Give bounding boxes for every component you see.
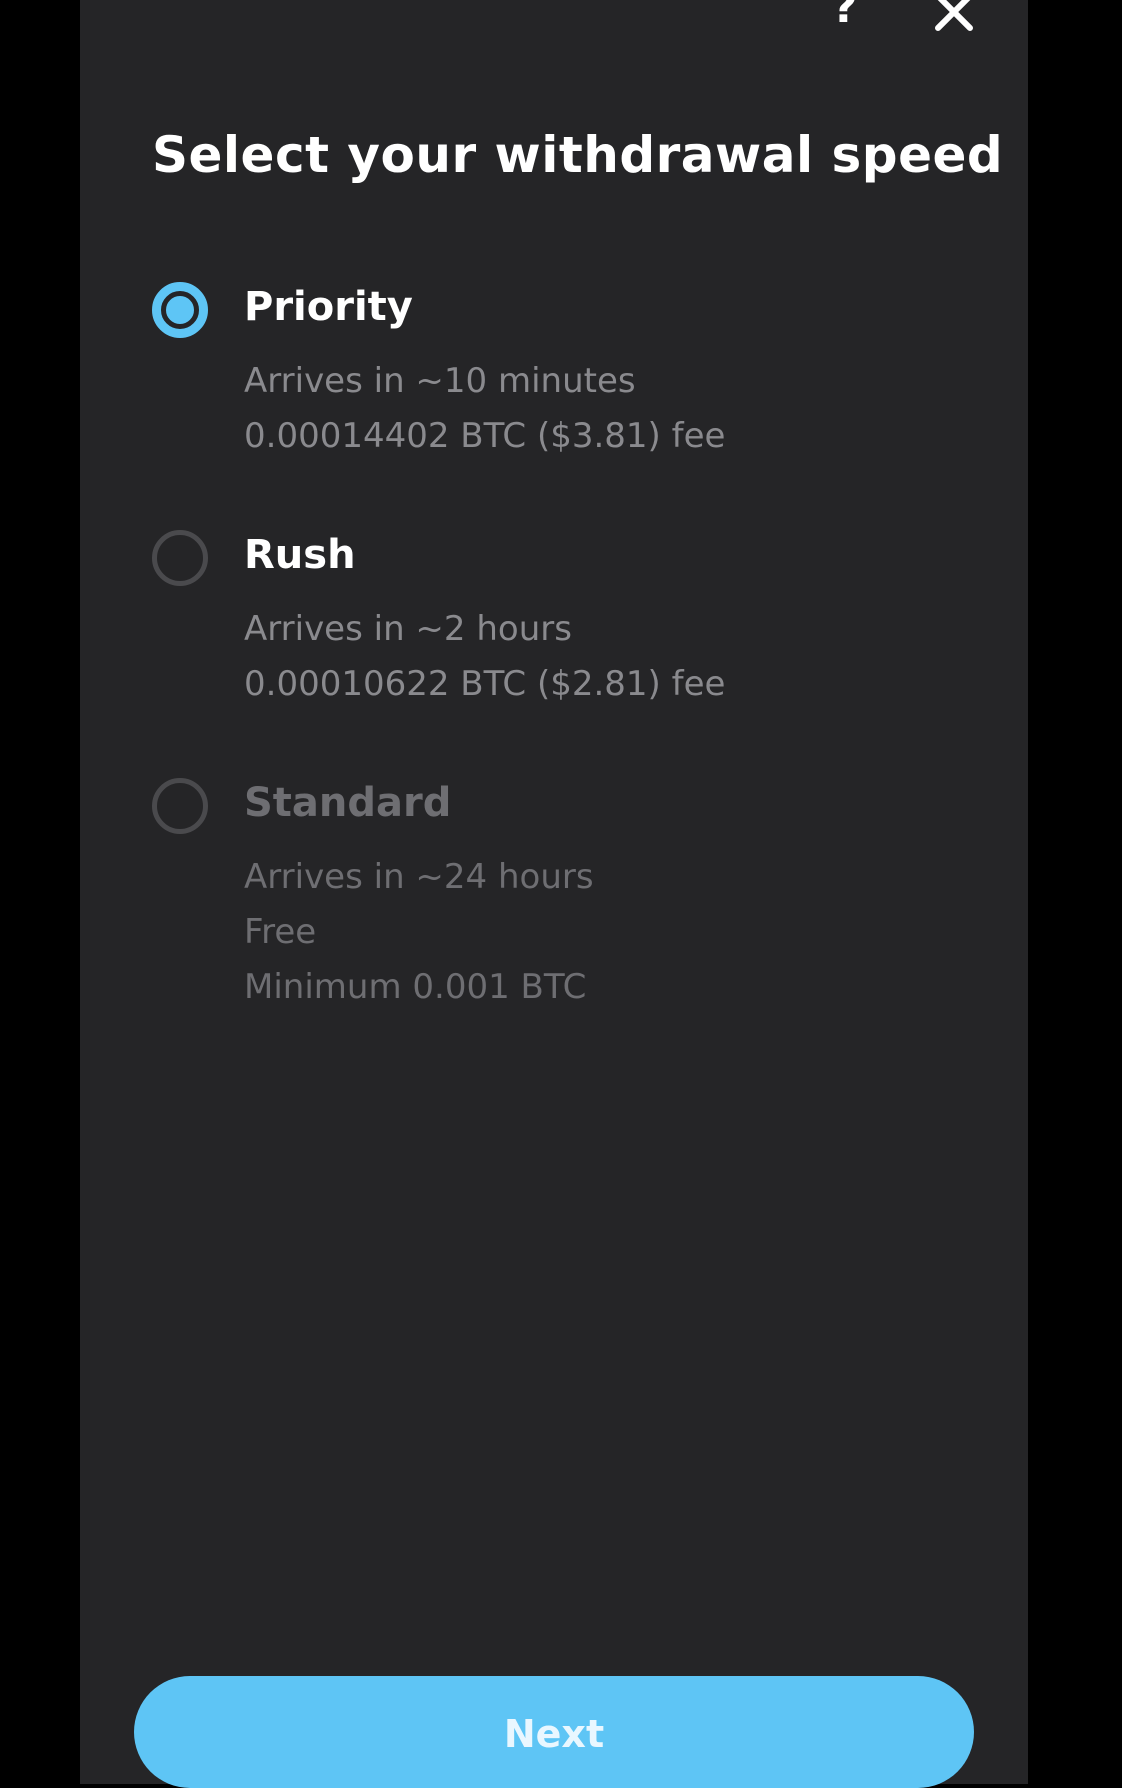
radio-dot: [161, 291, 199, 329]
close-icon[interactable]: [932, 0, 976, 34]
option-arrival-time: Arrives in ~10 minutes: [244, 361, 636, 401]
option-fee: 0.00010622 BTC ($2.81) fee: [244, 664, 726, 704]
withdrawal-speed-screen: ? Select your withdrawal speed Priority …: [80, 0, 1028, 1788]
option-arrival-time: Arrives in ~2 hours: [244, 609, 572, 649]
page-title: Select your withdrawal speed: [152, 126, 1004, 184]
option-minimum: Minimum 0.001 BTC: [244, 967, 587, 1007]
option-label: Standard: [244, 780, 452, 826]
option-fee: Free: [244, 912, 317, 952]
radio-button-selected[interactable]: [152, 282, 208, 338]
radio-button[interactable]: [152, 530, 208, 586]
radio-button-disabled: [152, 778, 208, 834]
option-details: Arrives in ~24 hours Free Minimum 0.001 …: [244, 850, 594, 1015]
next-button[interactable]: Next: [134, 1676, 974, 1788]
option-details: Arrives in ~10 minutes 0.00014402 BTC ($…: [244, 354, 725, 464]
option-fee: 0.00014402 BTC ($3.81) fee: [244, 416, 726, 456]
help-icon[interactable]: ?: [832, 0, 858, 30]
option-label: Rush: [244, 532, 356, 578]
option-label: Priority: [244, 284, 413, 330]
option-arrival-time: Arrives in ~24 hours: [244, 857, 594, 897]
option-details: Arrives in ~2 hours 0.00010622 BTC ($2.8…: [244, 602, 725, 712]
